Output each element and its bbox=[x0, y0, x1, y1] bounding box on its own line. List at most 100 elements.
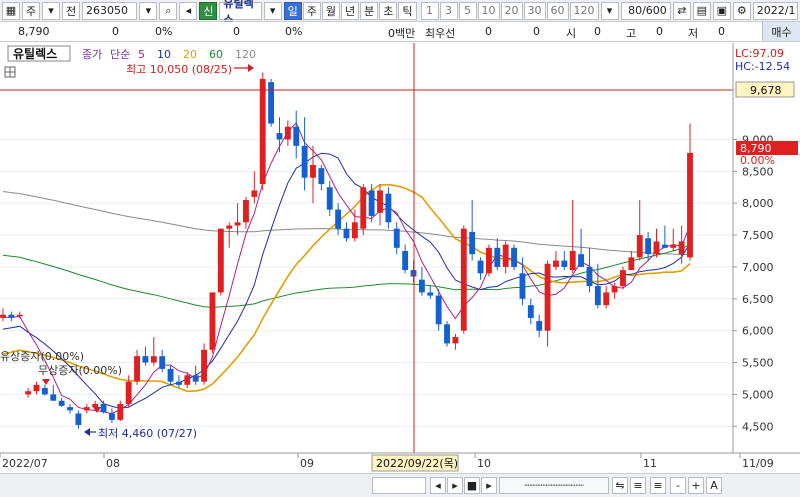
font-size-button[interactable]: A bbox=[706, 477, 722, 494]
candle-body bbox=[184, 375, 191, 385]
candle-body bbox=[670, 244, 677, 248]
candle-body bbox=[33, 384, 40, 392]
interval-tab[interactable]: 120 bbox=[569, 1, 599, 20]
candle-body bbox=[217, 228, 224, 293]
candle-body bbox=[134, 356, 140, 382]
date-box[interactable] bbox=[372, 477, 426, 494]
period-tab[interactable]: 일 bbox=[283, 1, 302, 20]
quote-info-row: 8,790 0 0% 0 0% 0백만 최우선 0 0 시 0 고 0 저 0 … bbox=[0, 22, 800, 42]
current-change-label: 0.00% bbox=[740, 154, 775, 167]
candle-body bbox=[209, 292, 216, 350]
candle-body bbox=[234, 222, 241, 226]
scroll-icon[interactable]: ⇋ bbox=[612, 477, 628, 494]
date-input[interactable]: 2022/11/ bbox=[752, 1, 799, 20]
chevron-down-icon[interactable]: ▾ bbox=[139, 1, 158, 20]
interval-tab[interactable]: 1 bbox=[420, 1, 439, 20]
volume-percent: 0% bbox=[285, 25, 303, 38]
zoom-in-button[interactable]: + bbox=[688, 477, 704, 494]
interval-tab[interactable]: 5 bbox=[458, 1, 477, 20]
y-tick-label: 8,000 bbox=[742, 197, 774, 210]
candle-body bbox=[108, 413, 115, 420]
lines-icon[interactable]: ≡ bbox=[650, 477, 666, 494]
save-icon[interactable]: ▣ bbox=[712, 1, 731, 20]
forward-icon[interactable]: ▸ bbox=[481, 477, 497, 494]
candle-body bbox=[444, 324, 450, 344]
candle-body bbox=[477, 260, 484, 274]
interval-tab[interactable]: 30 bbox=[523, 1, 546, 20]
candle-body bbox=[628, 257, 635, 271]
interval-tab[interactable]: 10 bbox=[477, 1, 500, 20]
play-icon[interactable]: ▸ bbox=[447, 477, 463, 494]
candle-body bbox=[335, 209, 342, 229]
interval-tab[interactable]: 20 bbox=[500, 1, 523, 20]
chart-panel[interactable]: 4,500 5,000 5,500 6,000 6,500 7,000 7,500 8,000… bbox=[0, 43, 800, 473]
candle-body bbox=[519, 273, 526, 299]
zoom-out-button[interactable]: - bbox=[670, 477, 686, 494]
period-tab[interactable]: 년 bbox=[341, 1, 360, 20]
x-tick-label: 08 bbox=[106, 457, 120, 470]
candle-body bbox=[544, 263, 551, 331]
candle-body bbox=[360, 187, 367, 229]
prev-button[interactable]: 전 bbox=[62, 1, 80, 20]
search-icon[interactable]: ⌕ bbox=[159, 1, 178, 20]
period-tab[interactable]: 초 bbox=[379, 1, 398, 20]
interval-tab[interactable]: 3 bbox=[439, 1, 458, 20]
scroll-track[interactable]: ┈┈┈┈┈┈┈┈┈ bbox=[499, 477, 609, 494]
candle-body bbox=[318, 168, 325, 185]
candle-body bbox=[167, 368, 174, 382]
candle-body bbox=[527, 305, 534, 318]
period-tab[interactable]: 월 bbox=[321, 1, 340, 20]
candle-body bbox=[687, 152, 693, 258]
grid-icon[interactable]: ▦ bbox=[2, 1, 20, 20]
candle-body bbox=[427, 292, 434, 296]
period-tab[interactable]: 분 bbox=[360, 1, 379, 20]
trade-amount: 0백만 bbox=[388, 27, 416, 40]
candle-body bbox=[293, 126, 300, 146]
period-tab[interactable]: 틱 bbox=[398, 1, 417, 20]
candle-body bbox=[125, 381, 132, 404]
buy-button[interactable]: 매수 bbox=[762, 22, 800, 41]
candle-body bbox=[276, 133, 283, 140]
volume-value: 0 bbox=[233, 25, 240, 38]
stock-code-input[interactable]: 263050 bbox=[82, 1, 138, 20]
candle-body bbox=[569, 251, 576, 271]
high-value: 0 bbox=[656, 25, 663, 38]
speaker-icon[interactable]: ◂ bbox=[179, 1, 198, 20]
y-tick-label: 4,500 bbox=[742, 420, 774, 433]
candle-body bbox=[75, 413, 82, 425]
x-tick-label: 11 bbox=[643, 457, 657, 470]
candle-body bbox=[83, 407, 90, 411]
interval-tab[interactable]: 60 bbox=[546, 1, 569, 20]
gear-icon[interactable]: ⚙ bbox=[732, 1, 751, 20]
candle-body bbox=[636, 235, 643, 258]
y-tick-label: 7,500 bbox=[742, 229, 774, 242]
y-tick-label: 6,500 bbox=[742, 293, 774, 306]
candle-body bbox=[100, 403, 107, 413]
crosshair-date: 2022/09/22(목) bbox=[376, 457, 458, 470]
candlestick-chart[interactable]: 4,500 5,000 5,500 6,000 6,500 7,000 7,500 8,000… bbox=[0, 43, 800, 473]
candle-count-input[interactable]: 80/600 bbox=[620, 1, 671, 20]
candle-body bbox=[452, 337, 459, 344]
chevron-down-icon[interactable]: ▾ bbox=[42, 1, 60, 20]
chevron-down-icon[interactable]: ▾ bbox=[263, 1, 282, 20]
hc-label: HC:-12.54 bbox=[735, 60, 790, 73]
play-back-icon[interactable]: ◂ bbox=[430, 477, 446, 494]
candle-body bbox=[586, 266, 593, 287]
candle-body bbox=[343, 228, 350, 239]
lines-icon[interactable]: ≡ bbox=[630, 477, 646, 494]
candle-body bbox=[117, 403, 124, 420]
grid-icon[interactable]: ▤ bbox=[692, 1, 711, 20]
type-select[interactable]: 주 bbox=[22, 1, 40, 20]
chevron-down-icon[interactable]: ▾ bbox=[600, 1, 619, 20]
market-badge: 신 bbox=[199, 1, 218, 20]
legend-entry: 120 bbox=[235, 48, 256, 61]
best-bid: 0 bbox=[533, 25, 540, 38]
period-tab[interactable]: 주 bbox=[302, 1, 321, 20]
best-ask: 0 bbox=[485, 25, 492, 38]
legend-entry: 20 bbox=[183, 48, 197, 61]
candle-body bbox=[259, 78, 266, 185]
crosshair-price: 9,678 bbox=[750, 84, 782, 97]
candle-body bbox=[385, 193, 392, 223]
stop-icon[interactable]: ■ bbox=[464, 477, 480, 494]
arrows-icon[interactable]: ⇄ bbox=[672, 1, 691, 20]
